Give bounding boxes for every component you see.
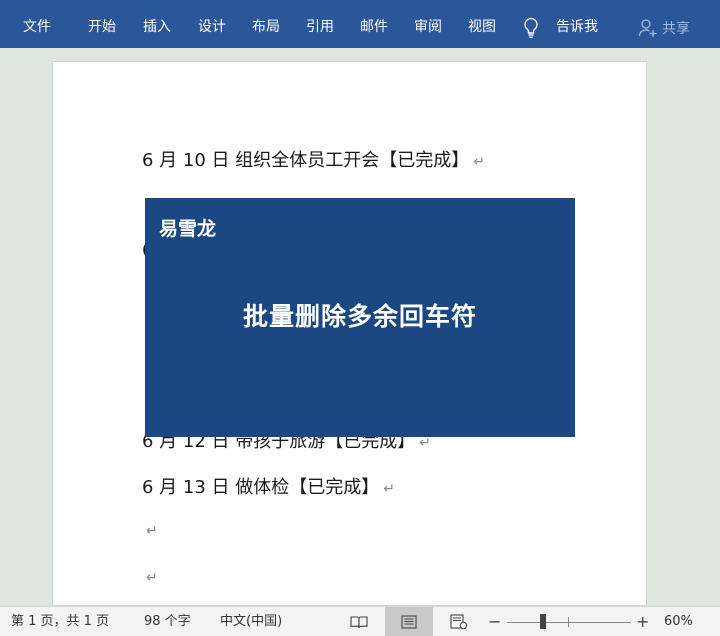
page-count[interactable]: 第 1 页，共 1 页 xyxy=(11,607,109,636)
empty-paragraph[interactable]: ↵ xyxy=(142,519,158,540)
book-icon xyxy=(350,616,368,629)
zoom-out-button[interactable]: − xyxy=(488,607,501,636)
web-layout-icon xyxy=(450,614,468,630)
tab-insert[interactable]: 插入 xyxy=(143,0,171,48)
tab-view[interactable]: 视图 xyxy=(468,0,496,48)
word-count[interactable]: 98 个字 xyxy=(144,607,191,636)
share-label: 共享 xyxy=(662,21,690,37)
web-layout-button[interactable] xyxy=(436,607,482,636)
paragraph-mark-icon: ↵ xyxy=(383,481,395,497)
read-mode-button[interactable] xyxy=(336,607,382,636)
person-add-icon xyxy=(638,19,657,37)
tell-me-search[interactable]: 告诉我 xyxy=(556,0,598,48)
brand-logo-text: 易雪龙 xyxy=(159,218,217,240)
share-button[interactable]: 共享 xyxy=(638,18,690,38)
paragraph-mark-icon: ↵ xyxy=(473,154,485,170)
paragraph-line[interactable]: 6 月 10 日 组织全体员工开会【已完成】 ↵ xyxy=(142,146,485,172)
print-layout-icon xyxy=(401,615,417,629)
tab-references[interactable]: 引用 xyxy=(306,0,334,48)
zoom-slider-thumb[interactable] xyxy=(540,614,546,629)
status-bar: 第 1 页，共 1 页 98 个字 中文(中国) − + 60% xyxy=(0,606,720,636)
paragraph-mark-icon: ↵ xyxy=(146,523,158,539)
banner-headline: 批量删除多余回车符 xyxy=(242,302,477,331)
tab-review[interactable]: 审阅 xyxy=(414,0,442,48)
print-layout-button[interactable] xyxy=(385,607,433,636)
paragraph-line[interactable]: 6 月 13 日 做体检【已完成】 ↵ xyxy=(142,473,395,499)
language-indicator[interactable]: 中文(中国) xyxy=(220,607,282,636)
tab-mailings[interactable]: 邮件 xyxy=(360,0,388,48)
empty-paragraph[interactable]: ↵ xyxy=(142,566,158,587)
title-banner: 易雪龙 批量删除多余回车符 xyxy=(145,198,575,437)
tab-file[interactable]: 文件 xyxy=(23,0,51,48)
ribbon-tab-bar: 文件 开始 插入 设计 布局 引用 邮件 审阅 视图 告诉我 共享 xyxy=(0,0,720,48)
paragraph-mark-icon: ↵ xyxy=(146,570,158,586)
lightbulb-icon[interactable] xyxy=(522,17,540,39)
tab-home[interactable]: 开始 xyxy=(88,0,116,48)
zoom-level[interactable]: 60% xyxy=(664,607,693,636)
zoom-in-button[interactable]: + xyxy=(636,607,649,636)
zoom-slider-center-tick xyxy=(568,617,569,627)
zoom-slider[interactable] xyxy=(507,622,631,623)
tab-layout[interactable]: 布局 xyxy=(252,0,280,48)
tab-design[interactable]: 设计 xyxy=(198,0,226,48)
paragraph-mark-icon: ↵ xyxy=(419,435,431,451)
